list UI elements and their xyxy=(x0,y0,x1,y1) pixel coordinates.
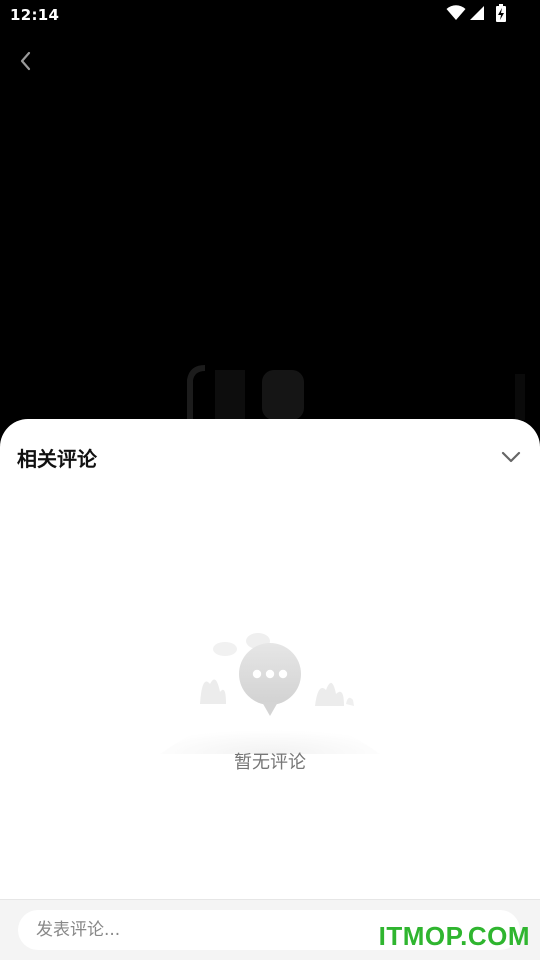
status-time: 12:14 xyxy=(10,6,60,24)
chevron-down-icon xyxy=(500,449,522,468)
video-frame xyxy=(0,360,540,420)
wifi-icon xyxy=(446,5,466,25)
comments-sheet: 相关评论 暂无评论 发表评论... xyxy=(0,419,540,960)
status-bar: 12:14 xyxy=(0,0,540,30)
chevron-left-icon xyxy=(18,50,32,76)
comments-title: 相关评论 xyxy=(17,447,97,471)
comment-input-bar xyxy=(0,899,540,960)
signal-icon xyxy=(469,5,485,25)
empty-state-text: 暂无评论 xyxy=(234,752,306,773)
empty-state: 暂无评论 xyxy=(150,624,390,774)
video-comments-screen: 12:14 相关评论 暂无评论 发表评论... ITMOP.COM xyxy=(0,0,540,960)
battery-charging-icon xyxy=(496,4,506,26)
collapse-button[interactable] xyxy=(496,443,526,473)
back-button[interactable] xyxy=(10,48,40,78)
status-icons xyxy=(446,4,506,26)
comment-input[interactable] xyxy=(18,910,520,950)
